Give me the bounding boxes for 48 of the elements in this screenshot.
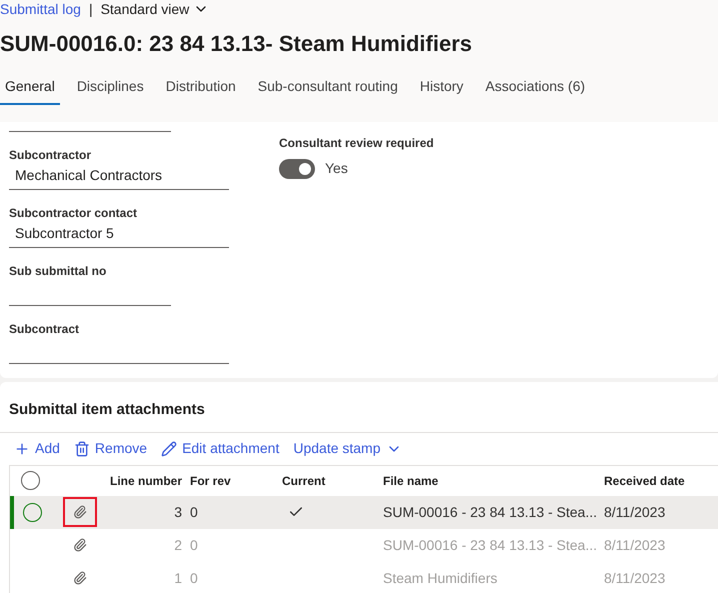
toggle-switch[interactable]	[279, 158, 315, 178]
table-cell-text: 8/11/2023	[604, 536, 666, 554]
input-field[interactable]: Subcontractor 5	[9, 220, 229, 248]
toolbar-button[interactable]: Remove	[74, 438, 148, 459]
column-header: File name	[383, 472, 440, 490]
tab[interactable]: History	[414, 72, 468, 105]
select-all-checkbox[interactable]	[20, 471, 40, 490]
field-label: Sub submittal no	[9, 263, 108, 278]
toggle-text: Yes	[325, 159, 348, 178]
trash-icon	[74, 440, 90, 456]
toolbar-button[interactable]: Add	[14, 438, 60, 459]
breadcrumb-separator: |	[88, 0, 93, 19]
column-header: Current	[282, 472, 326, 490]
field-label: Subcontractor contact	[9, 205, 138, 220]
table-cell-text: 0	[189, 568, 199, 588]
view-selector[interactable]: Standard view	[100, 0, 210, 20]
table-cell-text: 2	[173, 536, 182, 554]
tab[interactable]: Associations (6)	[480, 72, 590, 105]
column-header: For rev	[189, 472, 232, 490]
table-cell-text: 8/11/2023	[604, 568, 666, 588]
tab[interactable]: Distribution	[160, 72, 241, 105]
table-cell-text: SUM-00016 - 23 84 13.13 - Stea...	[383, 536, 598, 554]
table-cell-text: 0	[189, 502, 199, 522]
input-field[interactable]: Mechanical Contractors	[9, 162, 229, 190]
pencil-icon	[161, 440, 178, 456]
toolbar-button[interactable]: Edit attachment	[161, 438, 280, 459]
table-cell-text: SUM-00016 - 23 84 13.13 - Stea...	[383, 502, 598, 522]
row-radio[interactable]	[22, 502, 42, 522]
plus-icon	[14, 440, 30, 456]
breadcrumb-link[interactable]: Submittal log	[0, 0, 81, 20]
section-title: Submittal item attachments	[0, 382, 718, 432]
tab[interactable]: Sub-consultant routing	[252, 72, 403, 105]
tab[interactable]: Disciplines	[72, 72, 149, 105]
attachment-icon[interactable]	[63, 497, 97, 527]
field-label: Subcontract	[9, 321, 80, 336]
table-cell-text: 0	[189, 536, 199, 554]
tab[interactable]: General	[0, 72, 60, 105]
table-row[interactable]: 3 0 SUM-00016 - 23 84 13.13 - Stea... 8/11/2023	[10, 496, 718, 528]
page-title: SUM-00016.0: 23 84 13.13- Steam Humidifiers	[0, 30, 474, 58]
column-header: Line number	[110, 472, 182, 490]
field-label: Subcontractor	[9, 147, 92, 162]
column-header: Received date	[604, 472, 685, 490]
toolbar-button[interactable]: Update stamp	[293, 438, 402, 459]
table-cell-text: Steam Humidifiers	[383, 568, 498, 588]
toggle-label: Consultant review required	[279, 135, 434, 152]
table-cell-text: 1	[173, 568, 182, 588]
table-cell-text: 3	[173, 502, 182, 522]
table-cell-text: 8/11/2023	[604, 502, 666, 522]
